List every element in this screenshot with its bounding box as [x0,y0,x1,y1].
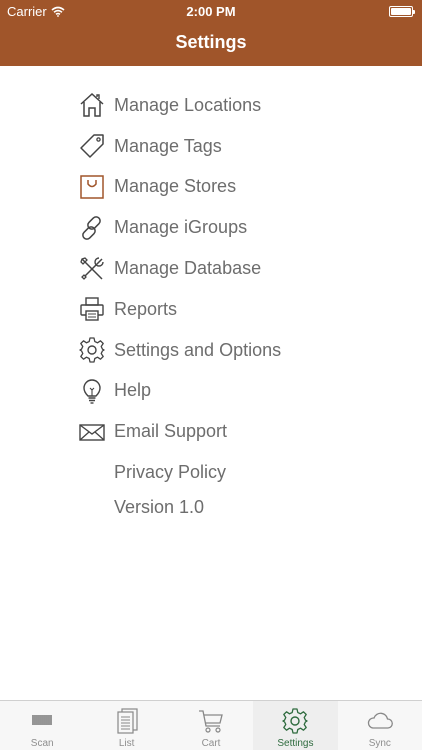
menu-item-manage-locations[interactable]: Manage Locations [76,85,406,126]
cloud-icon [366,703,394,735]
printer-icon [76,293,108,325]
list-icon [113,703,141,735]
menu-item-label: Reports [114,298,178,319]
menu-item-label: Manage Tags [114,135,222,156]
tab-list[interactable]: List [84,701,168,750]
tools-icon [76,253,108,285]
status-time: 2:00 PM [186,4,236,19]
tab-label: Sync [368,738,391,749]
tab-scan[interactable]: Scan [0,701,84,750]
status-bar: Carrier 2:00 PM [0,0,422,22]
shopping-bag-icon [76,171,108,203]
menu-item-label: Manage iGroups [114,217,248,238]
version-text: Version 1.0 [76,493,406,523]
menu-item-privacy-policy[interactable]: Privacy Policy [76,452,406,493]
tab-label: Settings [277,738,314,749]
envelope-icon [76,416,108,448]
tag-icon [76,130,108,162]
menu-item-label: Settings and Options [114,339,282,360]
house-icon [76,89,108,121]
tab-label: Scan [30,738,54,749]
menu-item-label: Email Support [114,421,228,442]
cart-icon [197,703,225,735]
menu-item-manage-database[interactable]: Manage Database [76,248,406,289]
menu-item-settings-options[interactable]: Settings and Options [76,330,406,371]
gear-icon [281,703,309,735]
tab-label: Cart [201,738,221,749]
menu-item-manage-tags[interactable]: Manage Tags [76,126,406,167]
menu-item-label: Manage Database [114,258,262,279]
menu-item-manage-igroups[interactable]: Manage iGroups [76,207,406,248]
menu-item-manage-stores[interactable]: Manage Stores [76,167,406,208]
tab-cart[interactable]: Cart [169,701,253,750]
page-title: Settings [175,32,247,52]
privacy-policy-label: Privacy Policy [114,462,227,483]
tab-label: List [118,738,135,749]
menu-item-email-support[interactable]: Email Support [76,411,406,452]
lightbulb-icon [76,375,108,407]
tab-settings[interactable]: Settings [253,701,338,750]
battery-icon [389,6,415,17]
gear-icon [76,334,108,366]
menu-item-label: Manage Locations [114,94,262,115]
settings-menu: Manage Locations Manage Tags Manage Stor… [76,85,406,523]
menu-item-label: Manage Stores [114,176,237,197]
version-label: Version 1.0 [114,497,205,518]
tab-bar: Scan List Cart Settings Sync [0,700,422,750]
navigation-bar: Carrier 2:00 PM Settings [0,0,422,66]
tab-sync[interactable]: Sync [338,701,422,750]
menu-item-label: Help [114,380,152,401]
link-icon [76,212,108,244]
barcode-icon [28,703,56,735]
menu-item-help[interactable]: Help [76,371,406,412]
menu-item-reports[interactable]: Reports [76,289,406,330]
